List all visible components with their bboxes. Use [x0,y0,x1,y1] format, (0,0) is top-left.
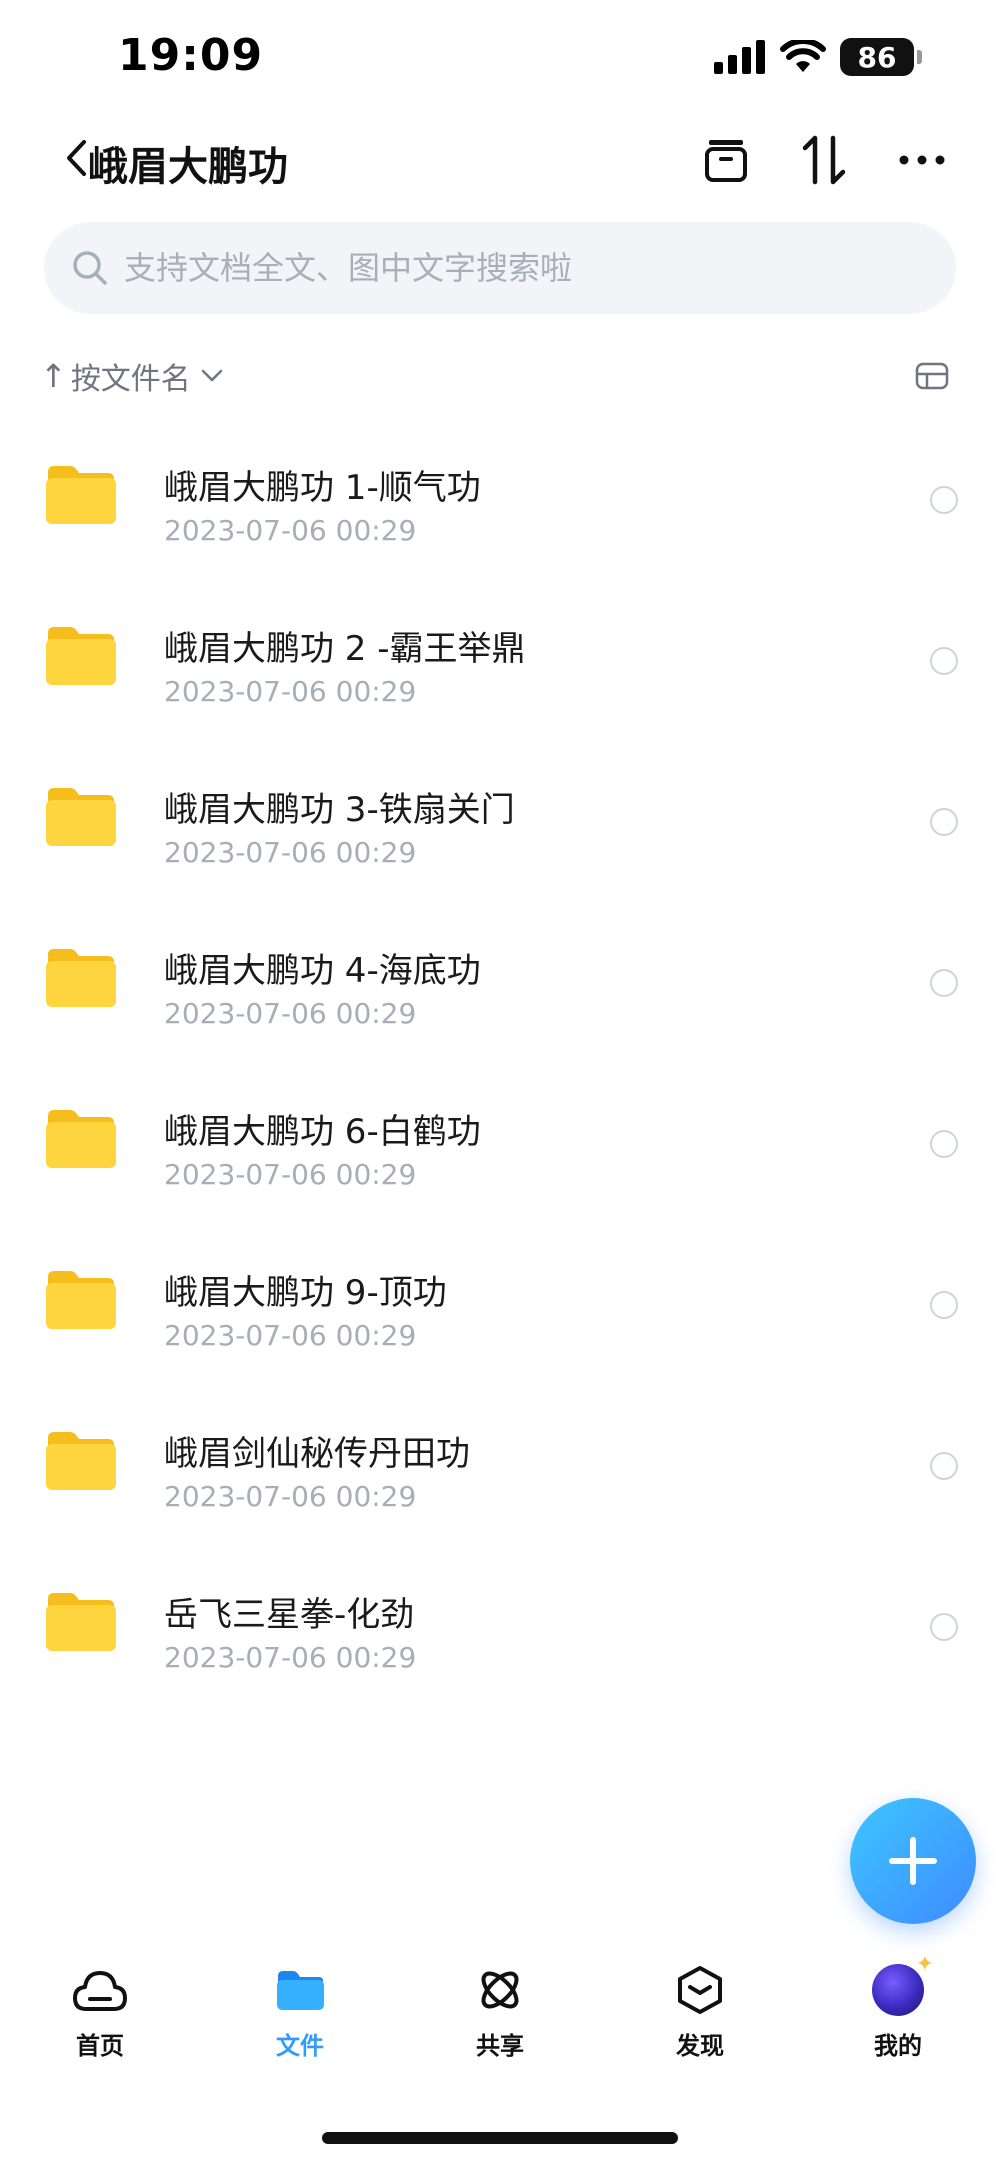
select-checkbox[interactable] [930,486,958,514]
wifi-icon [780,40,826,72]
file-date: 2023-07-06 00:29 [164,1480,417,1513]
file-name: 峨眉大鹏功 6-白鹤功 [164,1112,481,1152]
more-icon [899,155,945,165]
list-item[interactable]: 峨眉大鹏功 4-海底功 2023-07-06 00:29 [0,903,1000,1064]
list-item[interactable]: 峨眉剑仙秘传丹田功 2023-07-06 00:29 [0,1386,1000,1547]
tab-profile[interactable]: ✦ 我的 [828,1952,968,2061]
file-date: 2023-07-06 00:29 [164,836,417,869]
signal-icon [714,40,765,74]
folder-icon [46,1593,116,1651]
list-item[interactable]: 峨眉大鹏功 1-顺气功 2023-07-06 00:29 [0,420,1000,581]
list-view-icon [915,362,949,390]
search-input[interactable] [124,249,924,287]
file-name: 峨眉大鹏功 9-顶功 [164,1273,447,1313]
battery-level: 86 [840,38,914,76]
file-name: 岳飞三星拳-化劲 [164,1595,415,1635]
search-bar[interactable] [44,222,956,314]
view-mode-button[interactable] [914,358,950,394]
folder-icon [46,1110,116,1168]
file-name: 峨眉大鹏功 2 -霸王举鼎 [164,629,526,669]
sort-selector[interactable]: ↑ 按文件名 [40,352,223,400]
file-date: 2023-07-06 00:29 [164,1319,417,1352]
sort-label: 按文件名 [70,362,191,397]
tab-files[interactable]: 文件 [230,1960,370,2061]
file-list: 峨眉大鹏功 1-顺气功 2023-07-06 00:29 峨眉大鹏功 2 -霸王… [0,420,1000,1708]
cloud-icon [70,1960,130,2020]
select-checkbox[interactable] [930,969,958,997]
list-item[interactable]: 峨眉大鹏功 3-铁扇关门 2023-07-06 00:29 [0,742,1000,903]
add-button[interactable] [850,1798,976,1924]
more-button[interactable] [894,132,950,188]
star-icon: ✦ [915,1952,934,1977]
status-indicators: 86 [714,38,922,76]
search-icon [70,248,110,288]
file-name: 峨眉大鹏功 4-海底功 [164,951,481,991]
status-bar: 19:09 86 [0,0,1000,120]
file-date: 2023-07-06 00:29 [164,514,417,547]
folder-icon [46,788,116,846]
tab-label: 首页 [76,2032,124,2060]
file-name: 峨眉剑仙秘传丹田功 [164,1434,470,1474]
folder-icon [46,627,116,685]
page-title: 峨眉大鹏功 [88,144,288,190]
list-item[interactable]: 峨眉大鹏功 2 -霸王举鼎 2023-07-06 00:29 [0,581,1000,742]
tab-share[interactable]: 共享 [430,1960,570,2061]
folder-icon [46,1432,116,1490]
list-item[interactable]: 峨眉大鹏功 6-白鹤功 2023-07-06 00:29 [0,1064,1000,1225]
sort-icon [802,135,846,185]
plus-icon [889,1837,937,1885]
sort-button[interactable] [796,132,852,188]
select-checkbox[interactable] [930,1613,958,1641]
list-item[interactable]: 峨眉大鹏功 9-顶功 2023-07-06 00:29 [0,1225,1000,1386]
status-time: 19:09 [118,30,264,81]
tab-label: 发现 [676,2032,724,2060]
select-checkbox[interactable] [930,647,958,675]
file-date: 2023-07-06 00:29 [164,675,417,708]
tab-bar: 首页 文件 共享 发现 ✦ 我的 [0,1952,1000,2080]
select-checkbox[interactable] [930,1291,958,1319]
folder-icon [46,466,116,524]
file-date: 2023-07-06 00:29 [164,1158,417,1191]
file-name: 峨眉大鹏功 3-铁扇关门 [164,790,515,830]
select-checkbox[interactable] [930,808,958,836]
select-checkbox[interactable] [930,1130,958,1158]
cube-icon [670,1960,730,2020]
battery-icon: 86 [840,38,922,76]
orbit-icon [470,1960,530,2020]
avatar-wrap: ✦ [868,1952,934,2020]
tab-label: 共享 [476,2032,524,2060]
archive-button[interactable] [698,132,754,188]
file-date: 2023-07-06 00:29 [164,997,417,1030]
avatar: ✦ [872,1952,934,2016]
home-indicator [322,2132,678,2144]
folder-icon [46,1271,116,1329]
tab-home[interactable]: 首页 [30,1960,170,2061]
tab-label: 我的 [874,2032,922,2060]
back-icon [67,140,86,176]
tab-label: 文件 [276,2032,324,2060]
list-item[interactable]: 岳飞三星拳-化劲 2023-07-06 00:29 [0,1547,1000,1708]
file-date: 2023-07-06 00:29 [164,1641,417,1674]
folder-icon [270,1960,330,2020]
archive-icon [705,140,747,182]
tab-discover[interactable]: 发现 [630,1960,770,2061]
sort-direction-icon: ↑ [40,357,67,395]
file-name: 峨眉大鹏功 1-顺气功 [164,468,481,508]
select-checkbox[interactable] [930,1452,958,1480]
folder-icon [46,949,116,1007]
chevron-down-icon [201,369,223,383]
